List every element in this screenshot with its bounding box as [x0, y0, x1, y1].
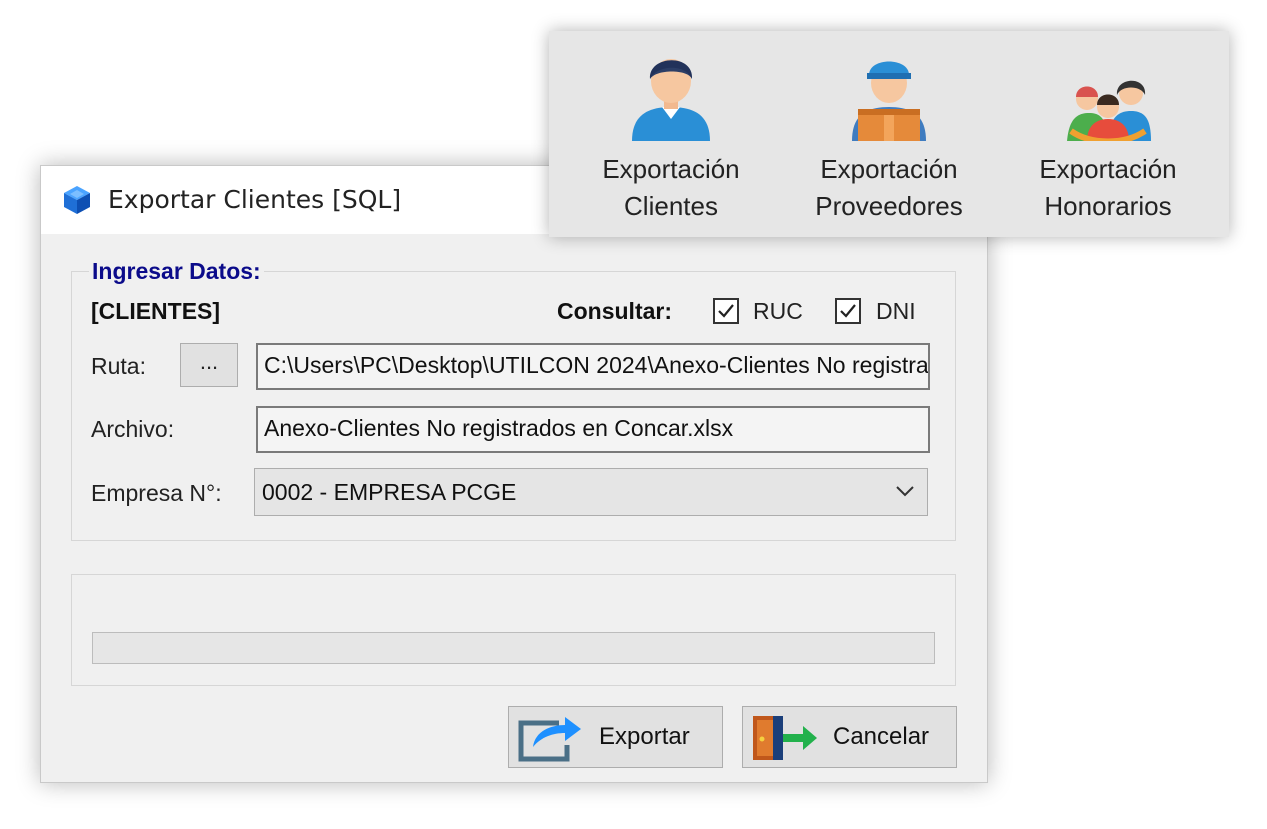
group-title: Ingresar Datos:	[89, 258, 264, 284]
export-clients-dialog: Exportar Clientes [SQL] Ingresar Datos: …	[40, 165, 988, 783]
export-button-label: Exportar	[599, 723, 690, 750]
archivo-input[interactable]: Anexo-Clientes No registrados en Concar.…	[256, 406, 930, 453]
chevron-down-icon	[896, 486, 914, 497]
export-arrow-icon	[518, 717, 581, 762]
ruc-checkbox[interactable]	[713, 298, 739, 324]
dni-checkbox[interactable]	[835, 298, 861, 324]
toolbar-item-clientes-line1: Exportación	[602, 154, 740, 184]
export-button[interactable]: Exportar	[508, 706, 723, 768]
export-toolbar-panel: Exportación Clientes Exportación Proveed…	[549, 31, 1229, 237]
cancel-button-label: Cancelar	[833, 723, 930, 750]
window-title: Exportar Clientes [SQL]	[108, 185, 402, 214]
empresa-selected-value: 0002 - EMPRESA PCGE	[262, 479, 517, 505]
app-cube-icon	[64, 186, 90, 214]
progress-group	[71, 574, 956, 686]
toolbar-item-proveedores[interactable]: Exportación Proveedores	[789, 49, 989, 225]
toolbar-item-clientes[interactable]: Exportación Clientes	[571, 49, 771, 225]
exit-door-icon	[753, 716, 817, 760]
archivo-label: Archivo:	[91, 416, 175, 442]
ruta-label: Ruta:	[91, 353, 146, 379]
ruc-checkbox-label: RUC	[753, 298, 803, 324]
toolbar-item-honorarios-line2: Honorarios	[1044, 191, 1172, 221]
browse-button[interactable]: ...	[180, 343, 238, 387]
ruta-input[interactable]: C:\Users\PC\Desktop\UTILCON 2024\Anexo-C…	[256, 343, 930, 390]
checkmark-icon	[840, 304, 856, 318]
toolbar-item-honorarios[interactable]: Exportación Honorarios	[1008, 49, 1208, 225]
toolbar-item-proveedores-line2: Proveedores	[815, 191, 963, 221]
group-people-icon	[1067, 80, 1151, 141]
consultar-label: Consultar:	[557, 298, 672, 324]
cancel-button[interactable]: Cancelar	[742, 706, 957, 768]
dni-checkbox-label: DNI	[876, 298, 916, 324]
client-person-icon	[632, 59, 710, 141]
toolbar-item-honorarios-line1: Exportación	[1039, 154, 1177, 184]
section-label: [CLIENTES]	[91, 298, 221, 324]
supplier-delivery-icon	[852, 61, 926, 141]
checkmark-icon	[718, 304, 734, 318]
empresa-select[interactable]: 0002 - EMPRESA PCGE	[254, 468, 928, 516]
empresa-label: Empresa N°:	[91, 480, 222, 506]
toolbar-item-clientes-line2: Clientes	[624, 191, 718, 221]
toolbar-item-proveedores-line1: Exportación	[820, 154, 958, 184]
progress-bar	[92, 632, 935, 664]
